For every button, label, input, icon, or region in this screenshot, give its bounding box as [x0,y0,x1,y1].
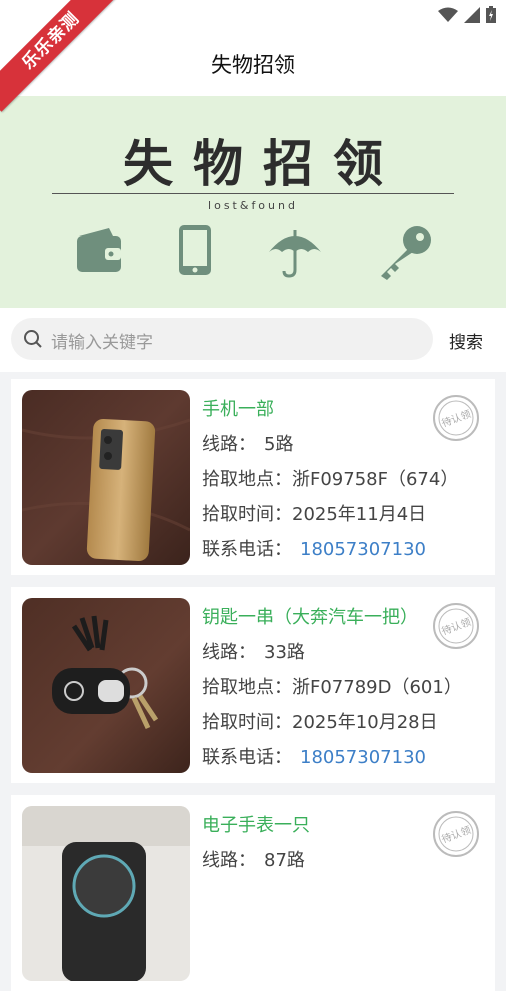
item-phone: 联系电话： 18057307130 [202,747,426,768]
item-route: 线路： 33路 [202,642,305,663]
lost-found-banner: 失物招领 lost&found [0,96,506,308]
item-name: 手机一部 [202,399,274,420]
search-bar: 请输入关键字 搜索 [0,308,506,372]
banner-title: 失物招领 [123,135,403,193]
svg-text:待认领: 待认领 [440,407,473,429]
top-app-bar: 失物招领 [0,32,506,96]
item-time: 拾取时间：2025年10月28日 [202,712,438,733]
phone-link[interactable]: 18057307130 [300,747,426,768]
item-name: 钥匙一串（大奔汽车一把） [202,607,418,628]
banner-icon-row [60,224,446,280]
item-time: 拾取时间：2025年11月4日 [202,504,427,525]
item-photo-watch [22,806,190,981]
phone-link[interactable]: 18057307130 [300,539,426,560]
battery-icon [486,6,496,23]
search-button[interactable]: 搜索 [449,328,483,353]
item-place: 拾取地点：浙F07789D（601） [202,677,462,698]
page-title: 失物招领 [211,53,295,77]
svg-text:待认领: 待认领 [440,823,473,845]
item-photo-phone [22,390,190,565]
key-icon [381,226,431,280]
item-phone: 联系电话： 18057307130 [202,539,426,560]
item-info: 钥匙一串（大奔汽车一把） 线路： 33路 拾取地点：浙F07789D（601） 拾… [202,605,462,780]
signal-icon [464,6,480,23]
item-route: 线路： 87路 [202,850,305,871]
item-route: 线路： 5路 [202,434,294,455]
item-info: 手机一部 线路： 5路 拾取地点：浙F09758F（674） 拾取时间：2025年… [202,397,458,572]
phone-icon [179,225,211,275]
banner-divider [52,193,454,194]
unclaimed-stamp-icon: 待认领 [433,395,479,441]
umbrella-icon [269,230,321,278]
lost-item-card[interactable]: 手机一部 线路： 5路 拾取地点：浙F09758F（674） 拾取时间：2025年… [11,379,495,575]
item-photo-keys [22,598,190,773]
search-input[interactable]: 请输入关键字 [11,318,433,360]
wallet-icon [77,228,121,272]
unclaimed-stamp-icon: 待认领 [433,603,479,649]
lost-item-card[interactable]: 钥匙一串（大奔汽车一把） 线路： 33路 拾取地点：浙F07789D（601） 拾… [11,587,495,783]
item-info: 电子手表一只 线路： 87路 [202,813,310,883]
item-place: 拾取地点：浙F09758F（674） [202,469,459,490]
search-icon [24,330,42,348]
wifi-icon [438,7,458,22]
lost-item-card[interactable]: 电子手表一只 线路： 87路 待认领 [11,795,495,991]
svg-text:待认领: 待认领 [440,615,473,637]
item-name: 电子手表一只 [202,815,310,836]
search-placeholder: 请输入关键字 [51,333,153,353]
banner-subtitle: lost&found [208,199,298,212]
unclaimed-stamp-icon: 待认领 [433,811,479,857]
